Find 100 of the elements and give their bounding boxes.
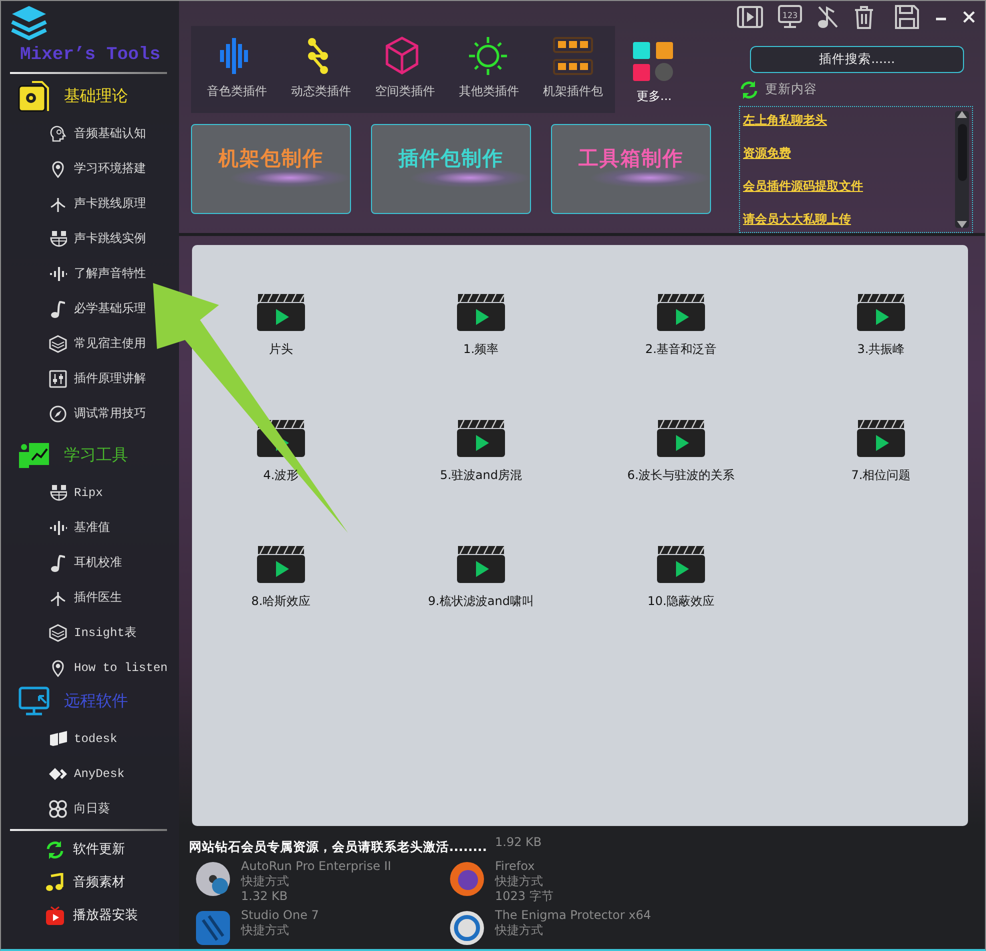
video-item[interactable]: 2.基音和泛音 bbox=[645, 292, 717, 358]
sidebar-item[interactable]: 播放器安装 bbox=[1, 899, 179, 932]
scroll-down-icon[interactable] bbox=[957, 221, 967, 228]
close-icon[interactable] bbox=[963, 10, 975, 23]
more-button[interactable]: 更多... bbox=[633, 26, 675, 113]
desktop-item-text: 快捷方式 bbox=[495, 874, 544, 889]
head-icon bbox=[49, 124, 67, 142]
film-play-icon[interactable] bbox=[737, 6, 763, 28]
save-icon[interactable] bbox=[895, 4, 919, 29]
desktop-item-text: 快捷方式 bbox=[241, 922, 290, 938]
sidebar-item[interactable]: Ripx bbox=[49, 475, 103, 510]
category-button[interactable]: 动态类插件 bbox=[279, 36, 363, 113]
sidebar-item[interactable]: todesk bbox=[49, 721, 118, 756]
video-item[interactable]: 8.哈斯效应 bbox=[251, 544, 311, 610]
search-field[interactable]: 插件搜索...... bbox=[750, 46, 964, 73]
sidebar-item[interactable]: 声卡跳线原理 bbox=[49, 186, 146, 221]
sidebar-item[interactable]: Insight表 bbox=[49, 615, 136, 650]
sidebar-item[interactable]: 软件更新 bbox=[1, 833, 179, 866]
sidebar-item[interactable]: 耳机校准 bbox=[49, 545, 122, 580]
monitor-icon bbox=[18, 686, 50, 716]
video-title: 2.基音和泛音 bbox=[645, 341, 717, 358]
file-size: 1.32 KB bbox=[241, 888, 289, 904]
desktop-item-text: Firefox bbox=[495, 858, 536, 874]
video-title: 片头 bbox=[269, 341, 293, 358]
video-title: 6.波长与驻波的关系 bbox=[627, 467, 735, 484]
layered-box-icon bbox=[49, 624, 67, 642]
folder-disc-icon bbox=[18, 80, 50, 112]
video-item[interactable]: 1.频率 bbox=[456, 292, 506, 358]
video-title: 1.频率 bbox=[463, 341, 499, 358]
video-title: 10.隐蔽效应 bbox=[647, 593, 715, 610]
updates-title: 更新内容 bbox=[765, 80, 817, 98]
scrollbar[interactable] bbox=[955, 110, 969, 228]
video-title: 7.相位问题 bbox=[851, 467, 911, 484]
music-note-icon bbox=[45, 872, 65, 892]
sun-icon bbox=[468, 36, 510, 76]
category-button[interactable]: 其他类插件 bbox=[447, 36, 531, 113]
video-item[interactable]: 10.隐蔽效应 bbox=[647, 544, 715, 610]
category-button[interactable]: 空间类插件 bbox=[363, 36, 447, 113]
sidebar-item[interactable]: 向日葵 bbox=[49, 791, 110, 826]
video-item[interactable]: 片头 bbox=[256, 292, 306, 358]
sidebar-item[interactable]: 插件医生 bbox=[49, 580, 122, 615]
section-title: 基础理论 bbox=[64, 85, 128, 107]
desktop-item-text: 快捷方式 bbox=[241, 874, 290, 889]
refresh-icon bbox=[45, 840, 65, 860]
video-item[interactable]: 7.相位问题 bbox=[851, 418, 911, 484]
clapperboard-play-icon bbox=[256, 292, 306, 332]
video-item[interactable]: 9.梳状滤波and啸叫 bbox=[428, 544, 534, 610]
video-title: 5.驻波and房混 bbox=[440, 467, 522, 484]
update-link[interactable]: 会员插件源码提取文件 bbox=[743, 176, 863, 195]
update-link[interactable]: 请会员大大私聊上传 bbox=[743, 210, 851, 228]
video-item[interactable]: 3.共振峰 bbox=[856, 292, 906, 358]
clapperboard-play-icon bbox=[456, 544, 506, 584]
video-title: 4.波形 bbox=[263, 467, 299, 484]
stacked-layers-logo bbox=[9, 4, 49, 42]
video-item[interactable]: 6.波长与驻波的关系 bbox=[627, 418, 735, 484]
sidebar-item[interactable]: 必学基础乐理 bbox=[49, 291, 146, 326]
section-title: 学习工具 bbox=[64, 444, 128, 466]
music-note-icon bbox=[49, 300, 67, 318]
video-item[interactable]: 5.驻波and房混 bbox=[440, 418, 522, 484]
category-button[interactable]: 机架插件包 bbox=[531, 36, 615, 113]
clapperboard-play-icon bbox=[456, 418, 506, 458]
update-link[interactable]: 左上角私聊老头 bbox=[743, 110, 827, 129]
category-button[interactable]: 音色类插件 bbox=[195, 36, 279, 113]
app-title: Mixer’s Tools bbox=[19, 44, 162, 67]
notice-text: 网站钻石会员专属资源，会员请联系老头激活........ bbox=[189, 838, 487, 856]
clapperboard-play-icon bbox=[656, 544, 706, 584]
update-link[interactable]: 资源免费 bbox=[743, 144, 791, 162]
layered-box-icon bbox=[49, 334, 67, 352]
video-title: 8.哈斯效应 bbox=[251, 593, 311, 610]
desktop-item-text: The Enigma Protector x64 bbox=[495, 908, 652, 923]
desktop-item-text: Studio One 7 bbox=[241, 908, 319, 923]
sound-wave-icon bbox=[49, 518, 67, 536]
half-circle-icon bbox=[49, 230, 67, 248]
sidebar-item[interactable]: 插件原理讲解 bbox=[49, 361, 146, 396]
clapperboard-play-icon bbox=[656, 418, 706, 458]
compass-icon bbox=[49, 404, 67, 422]
sidebar-item[interactable]: 常见宿主使用 bbox=[49, 326, 146, 361]
clapperboard-play-icon bbox=[856, 292, 906, 332]
sidebar-item[interactable]: 调试常用技巧 bbox=[49, 396, 146, 431]
four-loops-icon bbox=[49, 800, 67, 818]
trash-icon[interactable] bbox=[854, 4, 874, 29]
sidebar-item[interactable]: AnyDesk bbox=[49, 756, 124, 791]
scroll-up-icon[interactable] bbox=[957, 110, 967, 118]
sidebar-item[interactable]: 声卡跳线实例 bbox=[49, 221, 146, 256]
sidebar-item[interactable]: 了解声音特性 bbox=[49, 256, 146, 291]
sidebar-item[interactable]: 基准值 bbox=[49, 510, 110, 545]
video-title: 3.共振峰 bbox=[857, 341, 905, 358]
half-circle-icon bbox=[49, 484, 67, 502]
sliders-icon bbox=[49, 370, 67, 388]
video-title: 9.梳状滤波and啸叫 bbox=[428, 593, 534, 610]
sidebar-item[interactable]: How to listen bbox=[49, 650, 168, 685]
sidebar-item[interactable]: 学习环境搭建 bbox=[49, 151, 146, 186]
music-note-icon bbox=[49, 554, 67, 572]
sidebar-item[interactable]: 音频基础认知 bbox=[49, 116, 146, 151]
flag-shapes-icon bbox=[49, 730, 67, 748]
color-squares-icon bbox=[633, 41, 675, 81]
mute-note-icon[interactable] bbox=[817, 4, 839, 29]
section-title: 远程软件 bbox=[64, 690, 128, 712]
sidebar-item[interactable]: 音频素材 bbox=[1, 866, 179, 899]
sound-wave-icon bbox=[49, 264, 67, 282]
